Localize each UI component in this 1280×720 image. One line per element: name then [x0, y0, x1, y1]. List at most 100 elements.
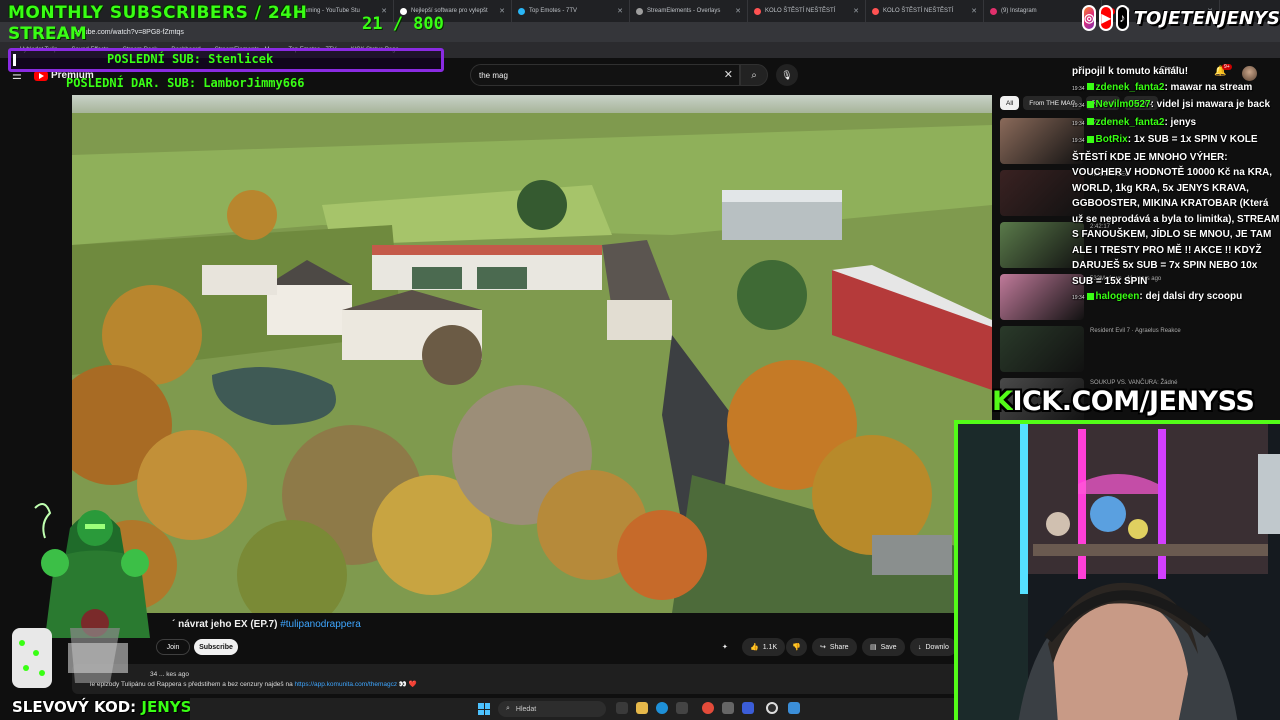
thumbs-up-icon: 👍: [750, 644, 759, 651]
description-emoji: 👀 ❤️: [397, 681, 417, 688]
chat-message: 19:34 Nevilm0527: videl jsi mawara je bac…: [1072, 97, 1280, 115]
last-sub-label: POSLEDNÍ SUB: Stenlicek: [107, 52, 274, 66]
kick-badge-icon: [1086, 83, 1094, 91]
browser-tab[interactable]: KOLO ŠTĚSTÍ NEŠTĚSTÍ ✕: [866, 0, 984, 22]
search-box: ✕: [470, 64, 740, 86]
chat-username: zdenek_fanta2: [1095, 81, 1165, 93]
teams-icon[interactable]: [742, 702, 754, 714]
tab-favicon-icon: [518, 7, 525, 15]
tab-label: (9) Instagram: [1001, 8, 1037, 14]
video-frame: [72, 95, 992, 613]
screen: Streaming - YouTube Stu ✕ Nejlepší softwar…: [0, 0, 1280, 720]
obs-icon[interactable]: [766, 702, 778, 714]
search-button[interactable]: ⌕: [740, 64, 768, 86]
close-tab-icon[interactable]: ✕: [617, 7, 623, 15]
tab-favicon-icon: [990, 7, 997, 15]
chat-message: 19:34 zdenek_fanta2: jenys: [1072, 115, 1280, 133]
chat-text: : 1x SUB = 1x SPIN V KOLE ŠTĚSTÍ KDE JE …: [1072, 134, 1280, 287]
kick-url-banner: KICK.COM/JENYSS: [992, 386, 1255, 417]
search-input[interactable]: [479, 70, 709, 80]
notepad-icon[interactable]: [788, 702, 800, 714]
taskbar-search-placeholder: Hledat: [515, 705, 537, 713]
social-handle: TOJETENJENYS: [1133, 7, 1280, 29]
chat-text: : dej dalsi dry scoopu: [1139, 291, 1243, 302]
tab-label: KOLO ŠTĚSTÍ NEŠTĚSTÍ: [883, 8, 954, 14]
ggbooster-logo: [12, 503, 150, 688]
promo-code-banner: SLEVOVÝ KOD: JENYS: [12, 698, 191, 716]
video-player[interactable]: [72, 95, 992, 613]
filter-chip[interactable]: All: [1000, 96, 1020, 110]
close-tab-icon[interactable]: ✕: [735, 7, 741, 15]
chat-username: Nevilm0527: [1095, 99, 1151, 110]
video-meta: Resident Evil 7 · Agraelus Reakce: [1090, 328, 1181, 334]
chat-message: 19:34 halogeen: dej dalsi dry scoopu: [1072, 289, 1280, 307]
chrome-icon[interactable]: [702, 702, 714, 714]
store-icon[interactable]: [676, 702, 688, 714]
download-button[interactable]: ↓ Downlo: [910, 638, 957, 656]
share-icon: ↪: [820, 644, 826, 651]
voice-search-button[interactable]: 🎙: [776, 64, 798, 86]
instagram-icon: ◎: [1082, 5, 1097, 31]
promo-code: JENYS: [141, 698, 192, 716]
chat-text: : videl jsi mawara je back: [1150, 99, 1271, 110]
kick-badge-icon: [1086, 135, 1094, 143]
close-tab-icon[interactable]: ✕: [853, 7, 859, 15]
video-hashtag-link[interactable]: #tulipanodrappera: [280, 619, 361, 630]
browser-tab[interactable]: KOLO ŠTĚSTÍ NEŠTĚSTÍ ✕: [748, 0, 866, 22]
cursor-mark: [13, 54, 16, 66]
like-count: 1.1K: [762, 643, 778, 651]
tab-label: StreamElements - Overlays: [647, 8, 721, 14]
tab-label: KOLO ŠTĚSTÍ NEŠTĚSTÍ: [765, 8, 836, 14]
chat-message: připojil k tomuto kanálu!: [1072, 64, 1280, 80]
stream-label: STREAM: [8, 24, 87, 44]
chat-username: BotRix: [1095, 134, 1128, 145]
app-icon[interactable]: [722, 702, 734, 714]
tiktok-icon: ♪: [1115, 5, 1129, 31]
windows-start-icon[interactable]: [478, 703, 490, 715]
chat-time: 19:34: [1072, 138, 1085, 144]
kick-badge-icon: [1086, 292, 1094, 300]
tab-label: Top Emotes - 7TV: [529, 8, 578, 14]
file-explorer-icon[interactable]: [636, 702, 648, 714]
youtube-icon: ▶: [1099, 5, 1113, 31]
task-view-icon[interactable]: [616, 702, 628, 714]
youtube-play-icon: [34, 70, 48, 81]
subscriber-counter: 21 / 800: [362, 14, 444, 34]
video-title: ´ návrat jeho EX (EP.7) #tulipanodrapper…: [172, 619, 361, 630]
chat-text: : mawar na stream: [1164, 81, 1253, 93]
description-link[interactable]: https://app.komunita.com/themagcz: [295, 681, 398, 688]
windows-taskbar: ⌕ Hledat: [190, 698, 954, 720]
clear-search-icon[interactable]: ✕: [724, 68, 733, 81]
chat-time: 19:34: [1072, 295, 1085, 301]
subscribe-button[interactable]: Subscribe: [194, 639, 238, 655]
browser-tab[interactable]: Top Emotes - 7TV ✕: [512, 0, 630, 22]
close-tab-icon[interactable]: ✕: [499, 7, 505, 15]
recommended-video[interactable]: Resident Evil 7 · Agraelus Reakce: [1000, 326, 1280, 374]
kick-url-text: ICK.COM/JENYSS: [1012, 386, 1255, 417]
ggbooster-mascot: [10, 498, 170, 698]
sparkle-icon[interactable]: ✦: [722, 638, 728, 656]
social-overlay: ◎ ▶ ♪ TOJETENJENYS: [1082, 2, 1280, 34]
dislike-button[interactable]: 👎: [786, 638, 807, 656]
monthly-subscribers-label: MONTHLY SUBSCRIBERS / 24H: [8, 3, 308, 23]
video-title-text: ´ návrat jeho EX (EP.7): [172, 619, 281, 630]
edge-icon[interactable]: [656, 702, 668, 714]
share-button[interactable]: ↪ Share: [812, 638, 857, 656]
url-text: outube.com/watch?v=8PG8-fZmtqs: [74, 28, 184, 36]
close-tab-icon[interactable]: ✕: [971, 7, 977, 15]
like-button[interactable]: 👍 1.1K: [742, 638, 786, 656]
chat-time: 19:34: [1072, 85, 1085, 92]
webcam-frame: [958, 424, 1280, 720]
search-icon: ⌕: [506, 705, 510, 712]
save-icon: ▤: [870, 644, 877, 651]
video-description[interactable]: 34 ... kes ago le epizody Tulipánu od Ra…: [72, 664, 972, 694]
video-thumbnail[interactable]: [1000, 326, 1084, 372]
browser-tab[interactable]: StreamElements - Overlays ✕: [630, 0, 748, 22]
promo-label: SLEVOVÝ KOD:: [12, 698, 142, 716]
taskbar-search[interactable]: ⌕ Hledat: [498, 701, 606, 717]
save-button[interactable]: ▤ Save: [862, 638, 905, 656]
save-label: Save: [880, 643, 897, 651]
chat-text: připojil k tomuto kanálu!: [1072, 66, 1189, 77]
chat-time: 19:34: [1072, 120, 1085, 127]
share-label: Share: [829, 643, 849, 651]
